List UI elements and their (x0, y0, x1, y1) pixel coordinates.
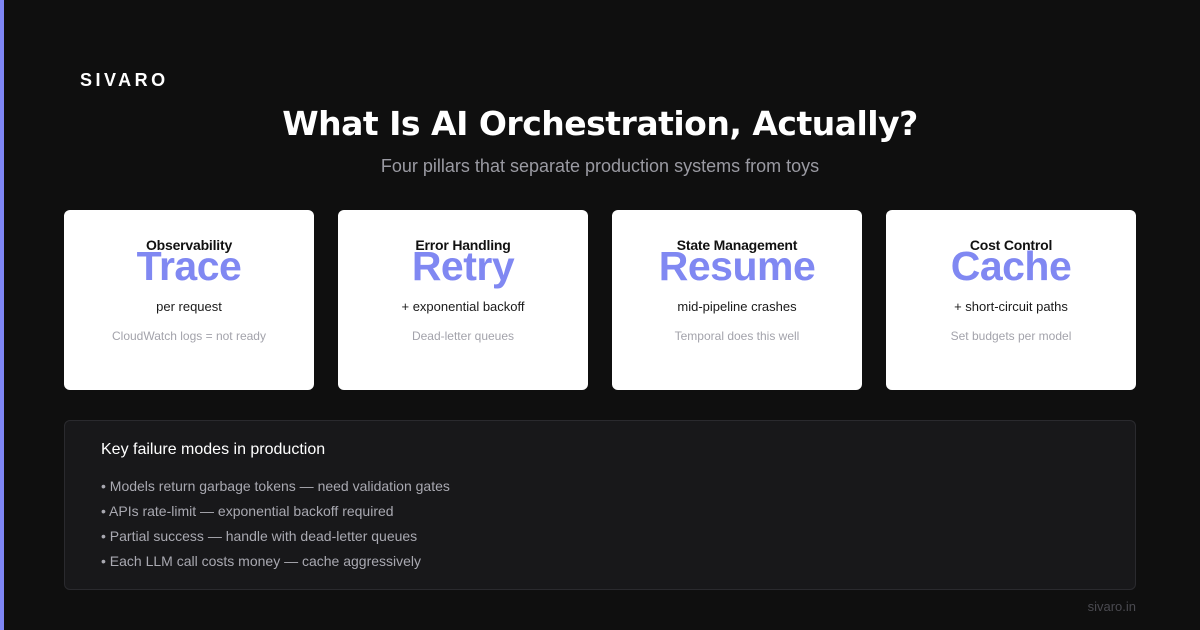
pillar-keyword: Cache (950, 243, 1072, 289)
list-item: • Partial success — handle with dead-let… (101, 528, 418, 544)
pillar-card-error-handling: Error Handling Retry + exponential backo… (338, 210, 588, 390)
pillar-note: CloudWatch logs = not ready (112, 329, 266, 343)
pillar-card-observability: Observability Trace per request CloudWat… (64, 210, 314, 390)
pillar-note: Temporal does this well (674, 329, 800, 343)
pillar-keyword: Retry (411, 243, 515, 289)
pillar-keyword: Resume (658, 243, 816, 289)
pillar-detail: + short-circuit paths (954, 299, 1068, 314)
brand-logo: SIVARO (80, 70, 169, 90)
failure-modes-heading: Key failure modes in production (101, 441, 326, 458)
pillar-note: Set budgets per model (950, 329, 1072, 343)
accent-bar (0, 0, 4, 630)
list-item: • Each LLM call costs money — cache aggr… (101, 553, 422, 569)
pillar-note: Dead-letter queues (411, 329, 515, 343)
pillar-detail: per request (156, 299, 222, 314)
list-item: • Models return garbage tokens — need va… (101, 478, 450, 494)
footer-site-link: sivaro.in (1087, 599, 1136, 614)
pillar-keyword: Trace (136, 243, 242, 289)
pillar-detail: mid-pipeline crashes (677, 299, 797, 314)
pillar-card-cost-control: Cost Control Cache + short-circuit paths… (886, 210, 1136, 390)
page-subtitle: Four pillars that separate production sy… (380, 156, 820, 176)
pillar-detail: + exponential backoff (401, 299, 525, 314)
failure-modes-list: • Models return garbage tokens — need va… (101, 477, 450, 577)
list-item: • APIs rate-limit — exponential backoff … (101, 503, 394, 519)
page-title: What Is AI Orchestration, Actually? (282, 104, 918, 143)
failure-modes-panel: Key failure modes in production • Models… (64, 420, 1136, 590)
pillar-card-state-management: State Management Resume mid-pipeline cra… (612, 210, 862, 390)
pillar-cards: Observability Trace per request CloudWat… (64, 210, 1136, 390)
